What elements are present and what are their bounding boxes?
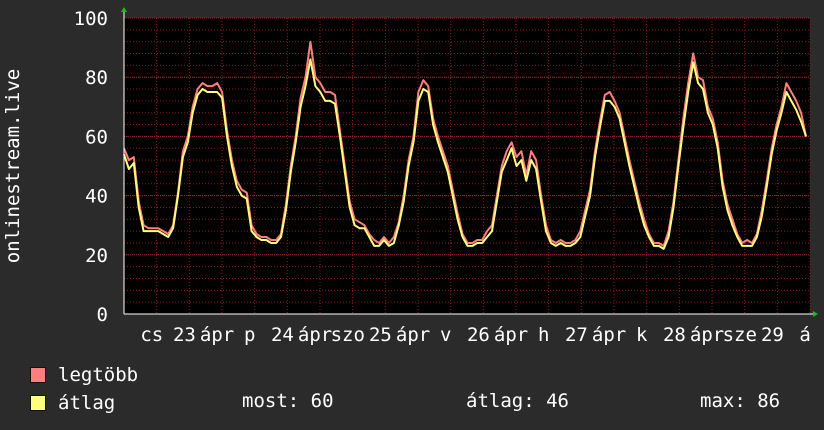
legend-item-max: legtöbb <box>30 364 139 386</box>
y-axis-arrow <box>121 7 127 12</box>
x-tick-label: 29 <box>761 324 784 346</box>
legend-label-max: legtöbb <box>58 364 139 386</box>
x-tick-label: ápr <box>494 324 528 346</box>
y-tick-labels: 0 20 40 60 80 100 <box>74 8 108 326</box>
y-tick-label: 20 <box>85 245 108 267</box>
stat-average-label: átlag: <box>466 390 535 412</box>
x-tick-label: sze <box>723 324 757 346</box>
x-tick-label: ápr <box>690 324 724 346</box>
stat-current-value: 60 <box>310 390 334 412</box>
y-tick-label: 80 <box>85 67 108 89</box>
legend-item-average: átlag <box>30 392 116 414</box>
legend-swatch-average <box>30 395 46 411</box>
y-tick-label: 40 <box>85 186 108 208</box>
stat-max-label: max: <box>700 390 746 412</box>
x-tick-label: 27 <box>565 324 588 346</box>
x-tick-label: 28 <box>663 324 686 346</box>
x-tick-label: á <box>799 324 810 346</box>
stat-average: átlag: 46 <box>466 390 569 412</box>
x-tick-labels: cs 23 ápr p 24 áprszo 25 ápr v 26 ápr h 27 ápr k 28 áprs… <box>140 324 811 346</box>
x-tick-label: 26 <box>467 324 490 346</box>
x-tick-label: v <box>440 324 451 346</box>
stat-current-label: most: <box>242 390 300 412</box>
x-tick-label: k <box>636 324 648 346</box>
legend-swatch-max <box>30 367 46 383</box>
legend-label-average: átlag <box>58 392 116 414</box>
x-tick-label: cs <box>140 324 163 346</box>
x-tick-label: h <box>538 324 549 346</box>
x-tick-label: 23 <box>173 324 196 346</box>
x-tick-label: p <box>244 324 255 346</box>
stat-max: max: 86 <box>700 390 780 412</box>
x-tick-label: ápr <box>396 324 430 346</box>
x-tick-label: szo <box>331 324 365 346</box>
y-tick-label: 0 <box>97 304 108 326</box>
y-tick-label: 60 <box>85 126 108 148</box>
x-tick-label: 25 <box>369 324 392 346</box>
x-tick-label: ápr <box>298 324 332 346</box>
y-axis-label: onlinestream.live <box>2 69 24 263</box>
x-tick-label: ápr <box>200 324 234 346</box>
plot-background <box>124 18 810 314</box>
stat-current: most: 60 <box>242 390 334 412</box>
stat-average-value: 46 <box>546 390 569 412</box>
y-tick-label: 100 <box>74 8 108 30</box>
x-axis-arrow <box>813 311 818 317</box>
stat-max-value: 86 <box>757 390 781 412</box>
x-tick-label: ápr <box>592 324 626 346</box>
x-tick-label: 24 <box>271 324 294 346</box>
